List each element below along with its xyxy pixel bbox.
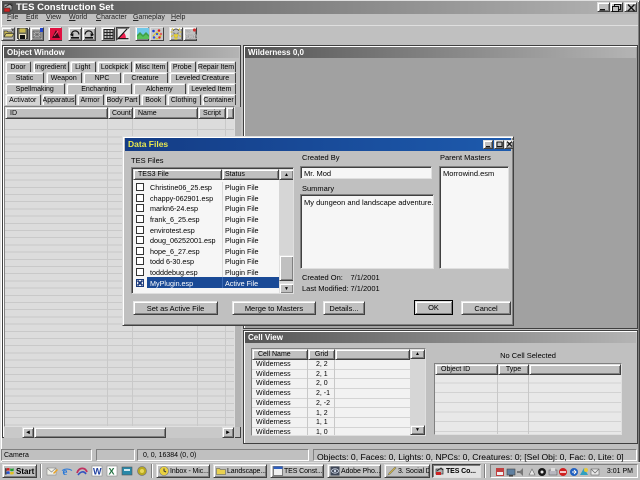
svg-text:FOG: FOG — [185, 35, 197, 40]
svg-text:no: no — [185, 29, 191, 34]
svg-text:X: X — [109, 467, 115, 477]
svg-text:e: e — [63, 466, 68, 477]
svg-text:W: W — [93, 467, 102, 477]
